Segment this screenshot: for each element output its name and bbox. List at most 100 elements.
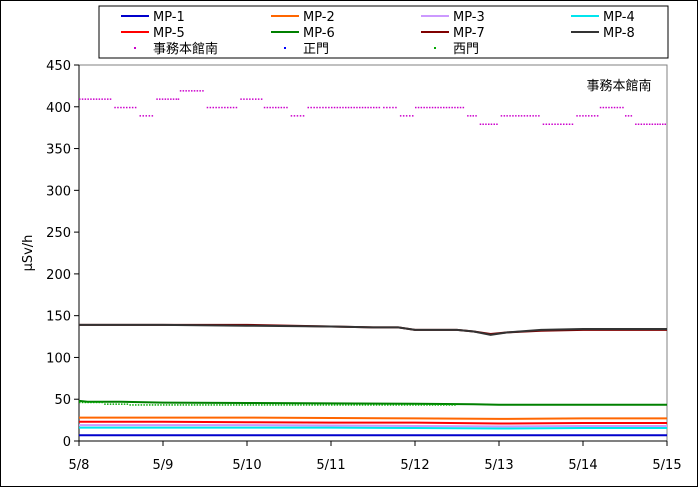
data-point [571,123,574,125]
data-point [417,404,420,406]
data-point [191,90,193,92]
data-point [303,404,305,406]
data-point [272,106,274,109]
data-point [651,123,654,125]
data-point [515,115,517,117]
data-point [375,106,378,109]
data-point [140,404,143,406]
data-point [529,115,531,117]
data-point [359,404,361,406]
data-point [616,106,619,109]
data-point [275,404,277,406]
data-point [412,404,414,406]
data-point [168,404,171,406]
data-point [165,404,168,406]
data-point [129,404,131,406]
data-point [261,404,263,406]
y-tick-label: 0 [63,435,71,450]
data-point [319,404,322,406]
data-point [241,404,243,406]
data-point [350,404,353,406]
data-point [454,106,456,109]
data-point [172,98,175,100]
data-point [202,404,204,406]
data-point [512,115,514,117]
data-point [451,404,453,406]
chart-frame: 0 50 100 150 200 250 300 350 400 450 5/8 5/9 5/10 5/1… [0,0,698,487]
data-point [243,98,245,100]
data-point [317,404,319,406]
legend-label: MP-3 [453,10,485,25]
data-point [532,115,534,117]
data-point [300,404,302,406]
data-point [457,106,459,109]
data-point [434,404,437,406]
data-point [205,404,207,406]
data-point [331,404,333,406]
data-point [429,404,431,406]
data-point [84,98,87,100]
data-point [345,106,347,109]
data-point [640,123,643,125]
y-tick-label: 300 [46,184,71,199]
data-point [328,404,330,406]
data-point [342,106,344,109]
data-point [423,404,425,406]
y-tick-label: 100 [46,351,71,366]
data-point [294,404,297,406]
data-point [373,404,375,406]
data-point [149,404,151,406]
data-point [347,404,350,406]
data-point [619,106,621,109]
data-point [291,404,294,406]
data-point [333,106,336,109]
data-point [227,404,229,406]
data-point [134,106,137,109]
data-point [283,404,285,406]
x-tick-label: 5/12 [400,458,429,473]
data-point [235,106,238,109]
x-tick-label: 5/10 [232,458,261,473]
data-point [523,115,526,117]
data-point [417,106,420,109]
data-point [356,106,358,109]
data-point [443,404,445,406]
data-point [143,404,145,406]
data-point [305,404,308,406]
data-point [206,106,209,109]
data-point [308,404,311,406]
data-point [472,115,474,117]
data-point [520,115,523,117]
data-point [247,404,249,406]
data-point [630,115,633,117]
data-point [493,123,495,125]
data-point [648,123,651,125]
data-point [364,106,367,109]
data-point [479,123,482,125]
data-point [84,401,87,404]
data-point [126,403,129,405]
data-point [210,404,213,406]
data-point [255,404,257,406]
data-point [322,404,325,406]
data-point [104,403,106,405]
data-point [367,404,369,406]
data-point [356,404,358,406]
legend-swatch [284,47,286,49]
data-point [602,106,605,109]
data-point [331,106,333,109]
data-point [611,106,613,109]
data-point [557,123,559,125]
data-point [488,123,490,125]
data-point [627,115,630,117]
data-point [98,98,101,100]
data-point [161,98,164,100]
data-point [229,106,232,109]
data-point [266,106,269,109]
data-point [177,98,180,100]
data-point [307,106,309,109]
data-point [95,401,98,404]
data-point [131,106,134,109]
data-point [196,404,199,406]
data-point [179,404,182,406]
